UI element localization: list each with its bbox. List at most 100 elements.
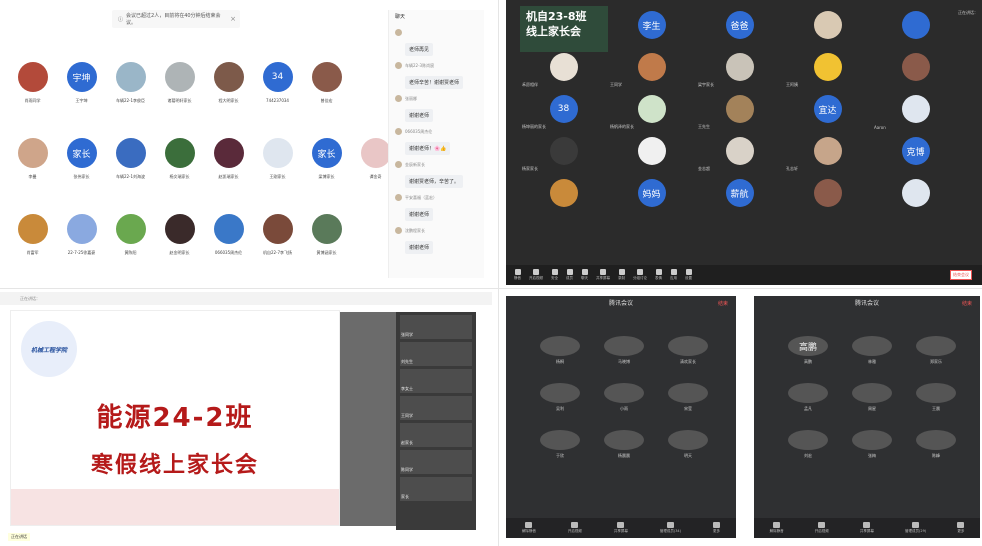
video-tile[interactable] bbox=[872, 6, 959, 44]
mobile-participant[interactable]: 郑家乐 bbox=[904, 336, 968, 365]
mobile-participant[interactable]: 周星 bbox=[840, 383, 904, 412]
video-tile[interactable] bbox=[520, 174, 607, 212]
video-tile[interactable]: 杨帆泽的家长 bbox=[608, 90, 695, 129]
video-tile[interactable] bbox=[872, 174, 959, 212]
toolbar-item[interactable]: 更多 bbox=[712, 522, 720, 534]
toolbar-item[interactable]: 共享屏幕 bbox=[596, 269, 610, 281]
video-tile[interactable]: 爸爸 bbox=[696, 6, 783, 44]
video-tile[interactable]: 妈妈 bbox=[608, 174, 695, 212]
video-tile[interactable]: 孔志轩 bbox=[784, 132, 871, 171]
toolbar-item[interactable]: 安全 bbox=[551, 269, 558, 281]
participant-tile[interactable]: 34 744237034 bbox=[259, 62, 296, 104]
participant-tile[interactable]: 家长 梁博家长 bbox=[308, 138, 345, 180]
video-tile[interactable]: 禾愿相伴 bbox=[520, 48, 607, 87]
participant-tile[interactable]: 李曼 bbox=[14, 138, 51, 180]
close-icon[interactable]: × bbox=[230, 15, 236, 23]
video-tile[interactable]: 38 杨坤丽的家长 bbox=[520, 90, 607, 129]
mobile-participant[interactable]: 小雨 bbox=[592, 383, 656, 412]
mobile-participant[interactable]: 杨桐 bbox=[528, 336, 592, 365]
mobile-participant[interactable]: 马晓博 bbox=[592, 336, 656, 365]
participant-tile[interactable]: 家长 张伟家长 bbox=[63, 138, 100, 180]
end-button[interactable]: 结束 bbox=[718, 300, 728, 307]
participant-tile[interactable]: 机自22-7李飞扬 bbox=[259, 214, 296, 256]
participant-tile[interactable]: 杨文瑞家长 bbox=[161, 138, 198, 180]
divider-horizontal bbox=[0, 288, 982, 289]
video-tile[interactable]: 克博 bbox=[872, 132, 959, 170]
video-tile[interactable]: 薪航 bbox=[696, 174, 783, 212]
toolbar-item[interactable]: 解除静音 bbox=[522, 522, 536, 534]
toolbar-item[interactable]: 录制 bbox=[618, 269, 625, 281]
participant-tile[interactable]: 车辆22-1刘海波 bbox=[112, 138, 149, 180]
participant-tile[interactable]: 赵金明家长 bbox=[161, 214, 198, 256]
mobile-participant[interactable]: 于欣 bbox=[528, 430, 592, 459]
toolbar-item[interactable]: 管理成员(29) bbox=[905, 522, 926, 534]
chat-sender-name: 沈鹏程家长 bbox=[405, 227, 425, 233]
participant-tile[interactable]: 诸葛明轩家长 bbox=[161, 62, 198, 104]
toolbar-item[interactable]: 解除静音 bbox=[770, 522, 784, 534]
chat-list: 老师再见 车辆22-3陈尚宸 老师辛苦！谢谢贾老师 张丽娜 谢谢老师 066035周杰伦谢… bbox=[389, 29, 484, 254]
video-tile[interactable]: 金志超 bbox=[696, 132, 783, 171]
video-tile[interactable]: 李生 bbox=[608, 6, 695, 44]
toolbar-item[interactable]: 管理成员(34) bbox=[660, 522, 681, 534]
side-video[interactable]: 刘先生 bbox=[400, 342, 472, 366]
participant-tile[interactable]: 066035周杰伦 bbox=[210, 214, 247, 256]
toolbar-item[interactable]: 开启视频 bbox=[568, 522, 582, 534]
toolbar-item[interactable]: 静音 bbox=[514, 269, 521, 281]
participant-tile[interactable]: 王刚家长 bbox=[259, 138, 296, 180]
toolbar-item[interactable]: 开启视频 bbox=[529, 269, 543, 281]
mobile-participant[interactable]: 明天 bbox=[656, 430, 720, 459]
side-video[interactable]: 赵家长 bbox=[400, 423, 472, 447]
video-tile[interactable]: 宜达 bbox=[784, 90, 871, 128]
mobile-participant[interactable]: 张梅 bbox=[840, 430, 904, 459]
video-tile[interactable] bbox=[872, 48, 959, 86]
video-tile[interactable]: Aaron bbox=[872, 90, 959, 130]
side-video[interactable]: 家长 bbox=[400, 477, 472, 501]
video-tile[interactable]: 王同学 bbox=[608, 48, 695, 87]
participant-tile[interactable]: 黄陈阳 bbox=[112, 214, 149, 256]
video-tile[interactable]: 王阿姨 bbox=[784, 48, 871, 87]
toolbar-item[interactable]: 应用 bbox=[670, 269, 677, 281]
video-tile[interactable]: 杨家家长 bbox=[520, 132, 607, 171]
mobile-participant[interactable]: 林雅 bbox=[840, 336, 904, 365]
participant-tile[interactable]: 肖富军 bbox=[14, 214, 51, 256]
video-tile[interactable]: 梁宇家长 bbox=[696, 48, 783, 87]
mobile-participant[interactable]: 王晨 bbox=[904, 383, 968, 412]
video-tile[interactable] bbox=[784, 6, 871, 44]
video-tile[interactable] bbox=[608, 132, 695, 170]
user-avatar-icon bbox=[395, 95, 402, 102]
mobile-participant[interactable]: 孟凡 bbox=[776, 383, 840, 412]
mobile-participant[interactable]: 吴利 bbox=[528, 383, 592, 412]
toolbar-item[interactable]: 开启视频 bbox=[815, 522, 829, 534]
toolbar-item[interactable]: 聊天 bbox=[581, 269, 588, 281]
mobile-participant[interactable]: 清欢家长 bbox=[656, 336, 720, 365]
participant-tile[interactable]: 曾佳宏 bbox=[308, 62, 345, 104]
participant-tile[interactable]: 赵凯瑞家长 bbox=[210, 138, 247, 180]
participant-tile[interactable]: 车辆22-1李俊臣 bbox=[112, 62, 149, 104]
toolbar-item[interactable]: 更多 bbox=[957, 522, 965, 534]
participant-tile[interactable]: 肖雨同学 bbox=[14, 62, 51, 104]
side-video[interactable]: 陈同学 bbox=[400, 450, 472, 474]
toolbar-item[interactable]: 共享屏幕 bbox=[614, 522, 628, 534]
side-video[interactable]: 李女士 bbox=[400, 369, 472, 393]
side-video[interactable]: 张同学 bbox=[400, 315, 472, 339]
participant-tile[interactable]: 程大明家长 bbox=[210, 62, 247, 104]
mobile-participant[interactable]: 刘宏 bbox=[776, 430, 840, 459]
participant-tile[interactable]: 22-7-25徐嘉豪 bbox=[63, 214, 100, 256]
side-video[interactable]: 王同学 bbox=[400, 396, 472, 420]
toolbar-item[interactable]: 共享屏幕 bbox=[860, 522, 874, 534]
participant-tile[interactable]: 宇坤 王宇坤 bbox=[63, 62, 100, 104]
end-button[interactable]: 结束 bbox=[962, 300, 972, 307]
mobile-participant[interactable]: 陈峰 bbox=[904, 430, 968, 459]
toolbar-item[interactable]: 分组讨论 bbox=[633, 269, 647, 281]
mobile-participant[interactable]: 杨晨晨 bbox=[592, 430, 656, 459]
participant-tile[interactable]: 黄博涵家长 bbox=[308, 214, 345, 256]
toolbar-item[interactable]: 成员 bbox=[566, 269, 573, 281]
end-meeting-button[interactable]: 结束会议 bbox=[950, 270, 972, 280]
video-tile[interactable] bbox=[784, 174, 871, 212]
video-tile[interactable]: 王先生 bbox=[696, 90, 783, 129]
toolbar-label: 更多 bbox=[712, 529, 720, 533]
toolbar-item[interactable]: 表情 bbox=[655, 269, 662, 281]
mobile-participant[interactable]: 宋莹 bbox=[656, 383, 720, 412]
toolbar-item[interactable]: 设置 bbox=[685, 269, 692, 281]
mobile-participant[interactable]: 高鹏 高鹏 bbox=[776, 336, 840, 365]
